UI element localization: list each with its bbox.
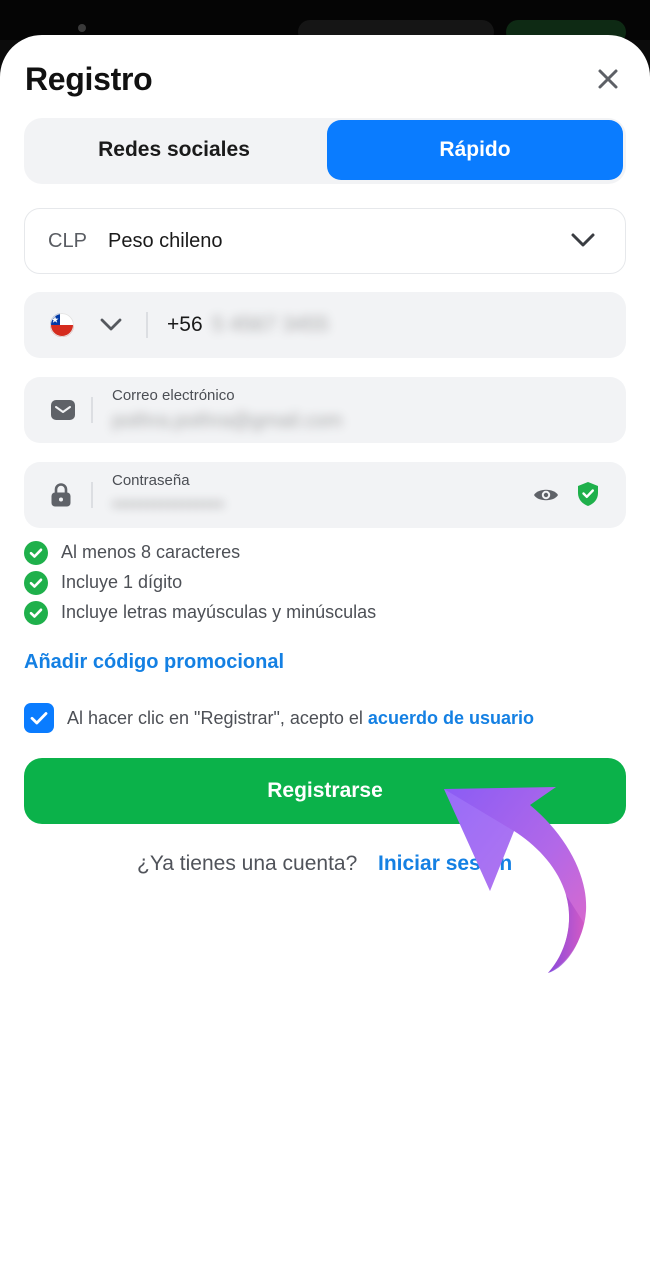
phone-prefix: +56	[167, 313, 203, 336]
divider	[146, 312, 148, 338]
status-bar	[0, 0, 650, 44]
eye-icon[interactable]	[533, 486, 559, 504]
tab-quick[interactable]: Rápido	[327, 120, 623, 180]
agreement-text: Al hacer clic en "Registrar", acepto el …	[67, 708, 534, 729]
add-promo-code-link[interactable]: Añadir código promocional	[24, 651, 284, 674]
arrow-pointer	[444, 787, 587, 973]
currency-select[interactable]: CLP Peso chileno	[24, 208, 626, 274]
camera-dot	[78, 24, 86, 32]
mail-icon	[51, 400, 75, 420]
chile-flag-icon	[50, 313, 74, 337]
divider	[91, 397, 93, 423]
check-icon	[24, 571, 48, 595]
chevron-down-icon	[571, 233, 595, 247]
password-label: Contraseña	[112, 472, 190, 489]
currency-code: CLP	[48, 230, 87, 252]
password-field[interactable]: Contraseña ••••••••••••••••	[24, 462, 626, 528]
agreement-checkbox[interactable]	[24, 703, 54, 733]
registration-tabs: Redes sociales Rápido	[24, 118, 626, 184]
email-label: Correo electrónico	[112, 387, 235, 404]
login-question: ¿Ya tienes una cuenta?	[137, 852, 358, 875]
lock-icon	[51, 483, 71, 507]
rule-text: Al menos 8 caracteres	[61, 542, 241, 562]
currency-name: Peso chileno	[108, 230, 223, 252]
phone-field[interactable]: +56 5 4567 3455	[24, 292, 626, 358]
email-field[interactable]: Correo electrónico pothra.pothra@gmail.c…	[24, 377, 626, 443]
page-title: Registro	[25, 61, 153, 97]
check-icon	[24, 601, 48, 625]
agreement-label: Al hacer clic en "Registrar", acepto el	[67, 708, 368, 728]
registration-sheet: Registro Redes sociales Rápido CLP Peso …	[0, 35, 650, 1280]
password-value[interactable]: ••••••••••••••••	[112, 494, 224, 517]
user-agreement-link[interactable]: acuerdo de usuario	[368, 708, 534, 728]
email-value[interactable]: pothra.pothra@gmail.com	[112, 410, 342, 433]
check-icon	[30, 712, 48, 725]
country-chevron-down-icon[interactable]	[100, 317, 122, 333]
close-button[interactable]	[592, 63, 624, 95]
phone-number-value[interactable]: 5 4567 3455	[212, 313, 329, 337]
tab-social-networks[interactable]: Redes sociales	[26, 120, 322, 180]
rule-text: Incluye letras mayúsculas y minúsculas	[61, 602, 377, 622]
check-icon	[24, 541, 48, 565]
shield-check-icon	[578, 482, 598, 506]
divider	[91, 482, 93, 508]
close-icon	[598, 69, 618, 89]
rule-text: Incluye 1 dígito	[61, 572, 183, 592]
